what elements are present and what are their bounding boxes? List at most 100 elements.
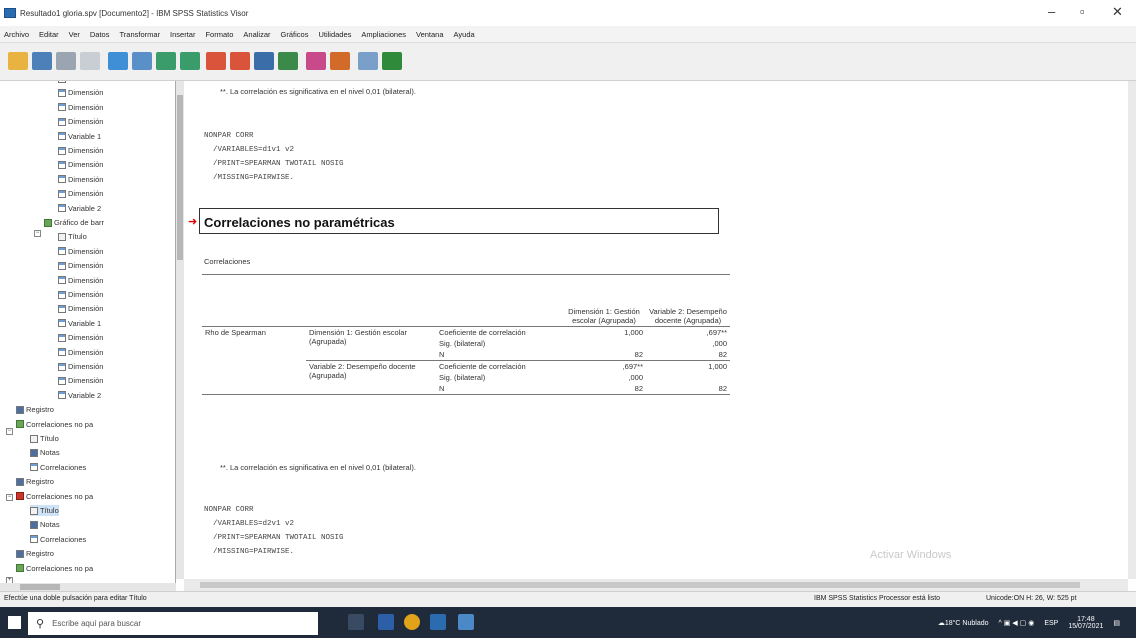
outline-item-label: Título bbox=[40, 434, 59, 443]
outline-item[interactable]: Título bbox=[30, 505, 59, 516]
menu-editar[interactable]: Editar bbox=[39, 30, 59, 39]
goto-variable-icon[interactable] bbox=[254, 52, 274, 70]
outline-scroll-thumb[interactable] bbox=[177, 95, 183, 260]
outline-item[interactable]: Título bbox=[30, 433, 59, 444]
menu-ver[interactable]: Ver bbox=[69, 30, 80, 39]
tray-icons[interactable]: ^ ▣ ◀ ▢ ◉ bbox=[999, 619, 1035, 627]
redo-icon[interactable] bbox=[180, 52, 200, 70]
outline-item[interactable]: Dimensión bbox=[58, 87, 103, 98]
outline-item[interactable]: Correlaciones no pa bbox=[16, 491, 93, 502]
clock[interactable]: 17:48 15/07/2021 bbox=[1068, 616, 1103, 630]
hide-icon[interactable] bbox=[330, 52, 350, 70]
menu-graficos[interactable]: Gráficos bbox=[281, 30, 309, 39]
table-icon bbox=[58, 146, 66, 155]
chrome-icon[interactable] bbox=[404, 614, 420, 630]
outline-item[interactable]: Notas bbox=[30, 519, 60, 530]
expand-toggle-icon[interactable]: − bbox=[6, 428, 13, 435]
menu-archivo[interactable]: Archivo bbox=[4, 30, 29, 39]
menu-insertar[interactable]: Insertar bbox=[170, 30, 195, 39]
taskbar-search-box[interactable]: ⚲ Escribe aquí para buscar bbox=[28, 612, 318, 635]
outline-item[interactable]: Correlaciones bbox=[30, 462, 86, 473]
collapse-icon[interactable] bbox=[358, 52, 378, 70]
recall-dialog-icon[interactable] bbox=[132, 52, 152, 70]
menu-datos[interactable]: Datos bbox=[90, 30, 110, 39]
menu-ayuda[interactable]: Ayuda bbox=[454, 30, 475, 39]
outline-item[interactable]: Dimensión bbox=[58, 116, 103, 127]
content-hscroll-thumb[interactable] bbox=[200, 582, 1080, 588]
minimize-button[interactable]: – bbox=[1048, 4, 1055, 19]
print-icon[interactable] bbox=[56, 52, 76, 70]
outline-item[interactable]: Dimensión bbox=[58, 332, 103, 343]
table-icon bbox=[30, 535, 38, 544]
outline-item[interactable]: Título bbox=[58, 231, 87, 242]
outline-item[interactable]: Dimensión bbox=[58, 159, 103, 170]
undo-icon[interactable] bbox=[156, 52, 176, 70]
row-group-label: Rho de Spearman bbox=[205, 328, 266, 337]
outline-item[interactable]: Dimensión bbox=[58, 102, 103, 113]
menu-utilidades[interactable]: Utilidades bbox=[318, 30, 351, 39]
outline-item[interactable]: Dimensión bbox=[58, 361, 103, 372]
menu-ventana[interactable]: Ventana bbox=[416, 30, 444, 39]
task-view-icon[interactable] bbox=[348, 614, 364, 630]
outline-item[interactable]: Registro bbox=[16, 476, 54, 487]
outline-item[interactable]: Variable 1 bbox=[58, 131, 101, 142]
outline-item[interactable]: Gráfico de barr bbox=[44, 217, 104, 228]
outline-item[interactable]: Dimensión bbox=[58, 81, 103, 84]
outline-item-label: Correlaciones bbox=[40, 462, 87, 472]
weather-text[interactable]: 18°C Nublado bbox=[945, 620, 989, 627]
outline-item[interactable]: Variable 2 bbox=[58, 390, 101, 401]
outline-item[interactable]: Registro bbox=[16, 548, 54, 559]
stat-label: N bbox=[439, 350, 445, 359]
outline-item[interactable]: Dimensión bbox=[58, 303, 103, 314]
expand-toggle-icon[interactable]: − bbox=[34, 230, 41, 237]
goto-case-icon[interactable] bbox=[230, 52, 250, 70]
outline-item[interactable]: Dimensión bbox=[58, 246, 103, 257]
output-content-pane[interactable]: **. La correlación es significativa en e… bbox=[184, 81, 1128, 579]
language-indicator[interactable]: ESP bbox=[1044, 620, 1058, 627]
windows-start-icon[interactable] bbox=[8, 616, 21, 629]
outline-item[interactable]: Correlaciones bbox=[30, 534, 86, 545]
spss-task-icon[interactable] bbox=[458, 614, 474, 630]
output-outline-pane[interactable]: − − − + DimensiónDimensiónDimensiónDimen… bbox=[0, 81, 176, 591]
menu-ampliaciones[interactable]: Ampliaciones bbox=[361, 30, 406, 39]
outline-item[interactable]: Dimensión bbox=[58, 375, 103, 386]
variables-icon[interactable] bbox=[278, 52, 298, 70]
maximize-button[interactable]: ▫ bbox=[1080, 4, 1085, 19]
stat-label: Sig. (bilateral) bbox=[439, 373, 486, 382]
outline-item[interactable]: Dimensión bbox=[58, 174, 103, 185]
output-heading[interactable]: Correlaciones no paramétricas bbox=[204, 215, 395, 230]
save-icon[interactable] bbox=[32, 52, 52, 70]
menu-analizar[interactable]: Analizar bbox=[243, 30, 270, 39]
weather-icon[interactable]: ☁ bbox=[938, 619, 945, 627]
notifications-icon[interactable]: ▤ bbox=[1113, 619, 1120, 627]
outline-item[interactable]: Dimensión bbox=[58, 260, 103, 271]
file-explorer-icon[interactable] bbox=[378, 614, 394, 630]
word-icon[interactable] bbox=[430, 614, 446, 630]
content-vertical-scrollbar[interactable] bbox=[1128, 81, 1136, 579]
export-icon[interactable] bbox=[108, 52, 128, 70]
close-button[interactable]: ✕ bbox=[1112, 4, 1123, 20]
menu-transformar[interactable]: Transformar bbox=[119, 30, 160, 39]
outline-item[interactable]: Variable 2 bbox=[58, 203, 101, 214]
outline-item[interactable]: Dimensión bbox=[58, 289, 103, 300]
outline-item[interactable]: Correlaciones no pa bbox=[16, 419, 93, 430]
outline-item[interactable]: Registro bbox=[16, 404, 54, 415]
correlations-table[interactable]: Dimensión 1: Gestión escolar (Agrupada) … bbox=[202, 274, 730, 395]
goto-data-icon[interactable] bbox=[206, 52, 226, 70]
show-all-icon[interactable] bbox=[306, 52, 326, 70]
outline-item[interactable]: Notas bbox=[30, 447, 60, 458]
spss-app-icon bbox=[4, 8, 16, 18]
heading-frame[interactable]: Correlaciones no paramétricas bbox=[199, 208, 719, 234]
outline-item[interactable]: Dimensión bbox=[58, 145, 103, 156]
outline-item[interactable]: Dimensión bbox=[58, 188, 103, 199]
print-preview-icon[interactable] bbox=[80, 52, 100, 70]
outline-item[interactable]: Variable 1 bbox=[58, 318, 101, 329]
outline-item[interactable]: Dimensión bbox=[58, 347, 103, 358]
open-folder-icon[interactable] bbox=[8, 52, 28, 70]
expand-icon[interactable] bbox=[382, 52, 402, 70]
outline-item[interactable]: Correlaciones no pa bbox=[16, 563, 93, 574]
outline-hscroll-thumb[interactable] bbox=[20, 584, 60, 590]
menu-formato[interactable]: Formato bbox=[205, 30, 233, 39]
outline-item[interactable]: Dimensión bbox=[58, 275, 103, 286]
expand-toggle-icon[interactable]: − bbox=[6, 494, 13, 501]
